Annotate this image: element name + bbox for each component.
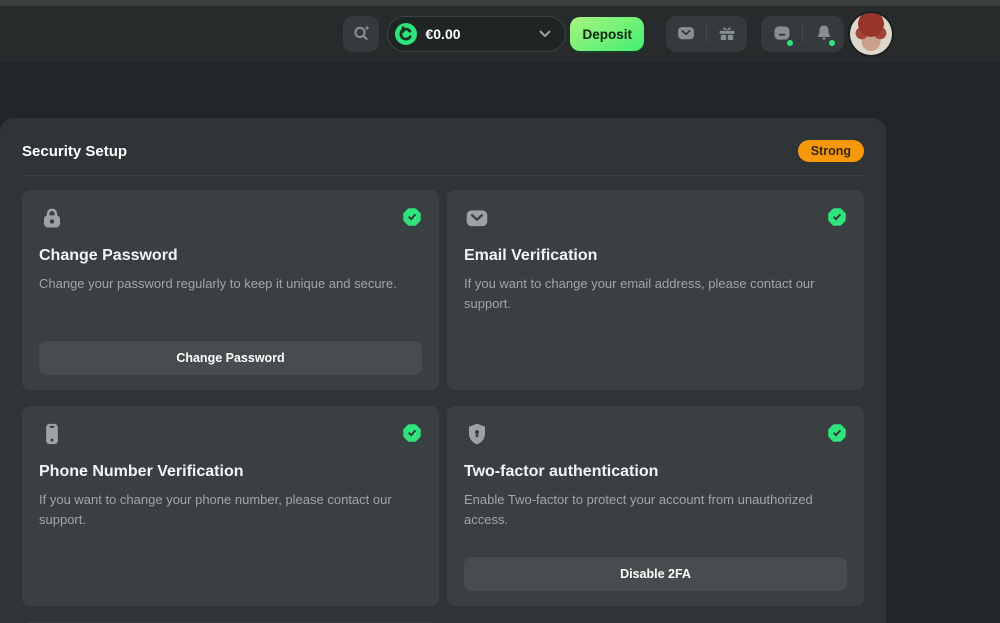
card-title: Email Verification (464, 247, 847, 265)
card-description: Enable Two-factor to protect your accoun… (464, 490, 847, 529)
security-cards-grid: Change Password Change your password reg… (0, 176, 886, 623)
chevron-down-icon (539, 30, 551, 38)
phone-icon (39, 421, 65, 447)
shield-icon (464, 421, 490, 447)
card-title: Change Password (39, 247, 422, 265)
card-description: If you want to change your email address… (464, 274, 847, 313)
disable-2fa-button[interactable]: Disable 2FA (464, 557, 847, 591)
lock-icon (39, 205, 65, 231)
card-description: Change your password regularly to keep i… (39, 274, 422, 294)
card-title: Two-factor authentication (464, 463, 847, 481)
page-title: Security Setup (22, 143, 127, 160)
wallet-widget: €0.00 Deposit (387, 16, 644, 52)
page: €0.00 Deposit (0, 0, 1000, 623)
card-two-factor: Two-factor authentication Enable Two-fac… (447, 406, 864, 606)
notifications-button[interactable] (803, 16, 844, 52)
panel-header: Security Setup Strong (0, 118, 886, 175)
verified-badge-icon (827, 207, 847, 227)
security-setup-panel: Security Setup Strong (0, 118, 886, 623)
mail-button[interactable] (666, 16, 706, 52)
top-navigation-bar: €0.00 Deposit (0, 6, 1000, 62)
change-password-button[interactable]: Change Password (39, 341, 422, 375)
card-phone-verification: Phone Number Verification If you want to… (22, 406, 439, 606)
verified-badge-icon (827, 423, 847, 443)
gift-button[interactable] (707, 16, 747, 52)
search-button[interactable] (343, 16, 379, 52)
currency-coin-icon (395, 23, 417, 45)
verified-badge-icon (402, 423, 422, 443)
card-email-verification: Email Verification If you want to change… (447, 190, 864, 390)
card-title: Phone Number Verification (39, 463, 422, 481)
chat-notification-dot (787, 40, 793, 46)
password-strength-badge: Strong (798, 140, 864, 162)
envelope-icon (464, 205, 490, 231)
balance-amount: €0.00 (425, 26, 460, 42)
chat-bell-group (761, 16, 844, 52)
bell-notification-dot (829, 40, 835, 46)
mail-icon (676, 23, 696, 46)
balance-selector[interactable]: €0.00 (387, 16, 566, 52)
card-description: If you want to change your phone number,… (39, 490, 422, 529)
search-icon (351, 22, 372, 46)
gift-icon (717, 23, 737, 46)
user-avatar[interactable] (850, 13, 892, 55)
verified-badge-icon (402, 207, 422, 227)
deposit-button[interactable]: Deposit (570, 17, 644, 51)
chat-button[interactable] (761, 16, 802, 52)
mail-gift-group (666, 16, 747, 52)
card-change-password: Change Password Change your password reg… (22, 190, 439, 390)
